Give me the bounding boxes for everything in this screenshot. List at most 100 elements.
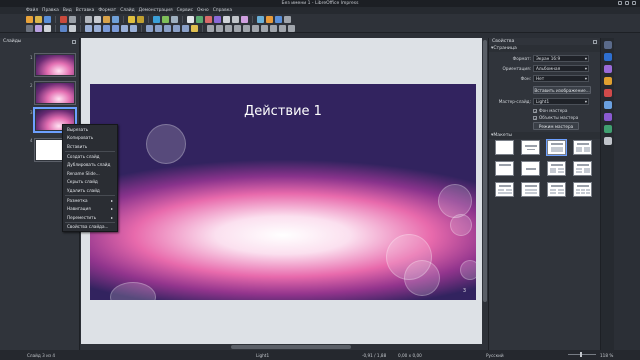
status-zoom[interactable]: 118 %	[600, 353, 613, 358]
undo-icon[interactable]	[128, 15, 135, 23]
start-slideshow-icon[interactable]	[257, 15, 264, 23]
text-box-icon[interactable]	[223, 15, 230, 23]
print-icon[interactable]	[69, 15, 76, 23]
menu-item-hide-slide[interactable]: Скрыть слайд	[63, 178, 117, 187]
layout-title-slide[interactable]	[521, 140, 540, 155]
menu-item-cut[interactable]: Вырезать	[63, 125, 117, 134]
clone-formatting-icon[interactable]	[112, 15, 119, 23]
layout-title-content-over-content[interactable]	[521, 182, 540, 197]
layout-title-4-content[interactable]	[547, 182, 566, 197]
close-pane-icon[interactable]	[72, 39, 76, 44]
zoom-slider-handle[interactable]	[580, 352, 582, 357]
insert-image-button[interactable]: Вставить изображение...	[533, 86, 591, 94]
menu-item-copy[interactable]: Копировать	[63, 134, 117, 143]
status-master-name[interactable]: Light1	[256, 353, 269, 358]
text-icon[interactable]	[44, 24, 51, 32]
paste-icon[interactable]	[103, 15, 110, 23]
master-view-button[interactable]: Режим мастера	[533, 122, 579, 130]
save-icon[interactable]	[44, 15, 51, 23]
display-views-icon[interactable]	[275, 15, 282, 23]
menu-edit[interactable]: Правка	[42, 8, 59, 13]
menu-item-move[interactable]: Переместить ▸	[63, 213, 117, 222]
vertical-scroll-thumb[interactable]	[483, 40, 487, 302]
export-pdf-icon[interactable]	[60, 15, 67, 23]
slide-canvas[interactable]: Действие 1 3	[90, 84, 476, 300]
menu-view[interactable]: Вид	[63, 8, 72, 13]
block-arrows-icon[interactable]	[164, 24, 171, 32]
menu-item-navigate[interactable]: Навигация ▸	[63, 204, 117, 213]
start-current-slide-icon[interactable]	[266, 15, 273, 23]
horizontal-scroll-thumb[interactable]	[231, 345, 351, 349]
slide-title-text[interactable]: Действие 1	[90, 104, 476, 119]
spelling-icon[interactable]	[162, 15, 169, 23]
arrow-line-icon[interactable]	[94, 24, 101, 32]
align-icon[interactable]	[234, 24, 241, 32]
layouts-section-header[interactable]: ▾ Макеты	[489, 132, 601, 139]
menu-help[interactable]: Справка	[213, 8, 232, 13]
filter-icon[interactable]	[270, 24, 277, 32]
menu-item-duplicate-slide[interactable]: Дублировать слайд	[63, 160, 117, 169]
background-dropdown[interactable]: Нет ▾	[533, 75, 589, 82]
layout-blank[interactable]	[495, 140, 514, 155]
close-sidebar-icon[interactable]	[593, 39, 597, 44]
menu-item-delete-slide[interactable]: Удалить слайд	[63, 186, 117, 195]
insert-media-icon[interactable]	[214, 15, 221, 23]
zoom-slider[interactable]	[568, 352, 596, 357]
styles-tab-icon[interactable]	[604, 101, 612, 109]
menu-item-layout[interactable]: Разметка ▸	[63, 196, 117, 205]
zoom-icon[interactable]	[35, 24, 42, 32]
layout-title-2-content-over-content[interactable]	[495, 182, 514, 197]
layout-title-content[interactable]	[546, 139, 567, 156]
layout-title-6-content[interactable]	[573, 182, 592, 197]
slide-thumbnail-1[interactable]	[34, 53, 76, 77]
insert-image-icon[interactable]	[196, 15, 203, 23]
orientation-dropdown[interactable]: Альбомная ▾	[533, 65, 589, 72]
symbol-shapes-icon[interactable]	[155, 24, 162, 32]
menu-item-paste[interactable]: Вставить	[63, 142, 117, 151]
animation-tab-icon[interactable]	[604, 77, 612, 85]
slide-thumbnail-2[interactable]	[34, 81, 76, 105]
master-slide-dropdown[interactable]: Light1 ▾	[533, 98, 589, 105]
3d-objects-icon[interactable]	[288, 24, 295, 32]
layout-centered-text[interactable]	[521, 161, 540, 176]
rotate-icon[interactable]	[225, 24, 232, 32]
menu-item-slide-properties[interactable]: Свойства слайда...	[63, 223, 117, 232]
layout-title-2-content[interactable]	[573, 140, 592, 155]
layout-title-only[interactable]	[495, 161, 514, 176]
grid-icon[interactable]	[171, 15, 178, 23]
menu-item-new-slide[interactable]: Создать слайд	[63, 152, 117, 161]
new-document-icon[interactable]	[26, 15, 33, 23]
slide-transition-tab-icon[interactable]	[604, 65, 612, 73]
points-icon[interactable]	[207, 24, 214, 32]
stars-icon[interactable]	[191, 24, 198, 32]
shadow-icon[interactable]	[252, 24, 259, 32]
connector-icon[interactable]	[130, 24, 137, 32]
rectangle-icon[interactable]	[103, 24, 110, 32]
ellipse-icon[interactable]	[112, 24, 119, 32]
menu-item-rename-slide[interactable]: Rename Slide...	[63, 169, 117, 178]
menu-file[interactable]: Файл	[26, 8, 38, 13]
glue-points-icon[interactable]	[216, 24, 223, 32]
navigator-tab-icon[interactable]	[604, 125, 612, 133]
slide-editing-area[interactable]: Действие 1 3	[81, 38, 488, 350]
curve-icon[interactable]	[121, 24, 128, 32]
select-icon[interactable]	[26, 24, 33, 32]
shapes-tab-icon[interactable]	[604, 137, 612, 145]
close-window-button[interactable]	[632, 1, 636, 5]
insert-chart-icon[interactable]	[205, 15, 212, 23]
special-character-icon[interactable]	[232, 15, 239, 23]
status-language[interactable]: Русский	[486, 353, 504, 358]
menu-tools[interactable]: Сервис	[177, 8, 193, 13]
arrange-icon[interactable]	[243, 24, 250, 32]
callouts-icon[interactable]	[182, 24, 189, 32]
master-background-checkbox[interactable]: ✓ Фон мастера	[533, 108, 568, 113]
copy-icon[interactable]	[94, 15, 101, 23]
menu-format[interactable]: Формат	[98, 8, 116, 13]
redo-icon[interactable]	[137, 15, 144, 23]
transformations-icon[interactable]	[279, 24, 286, 32]
maximize-button[interactable]	[625, 1, 629, 5]
open-folder-icon[interactable]	[35, 15, 42, 23]
line-color-icon[interactable]	[69, 24, 76, 32]
fontwork-icon[interactable]	[241, 15, 248, 23]
page-section-header[interactable]: ▾ Страница	[489, 45, 600, 52]
